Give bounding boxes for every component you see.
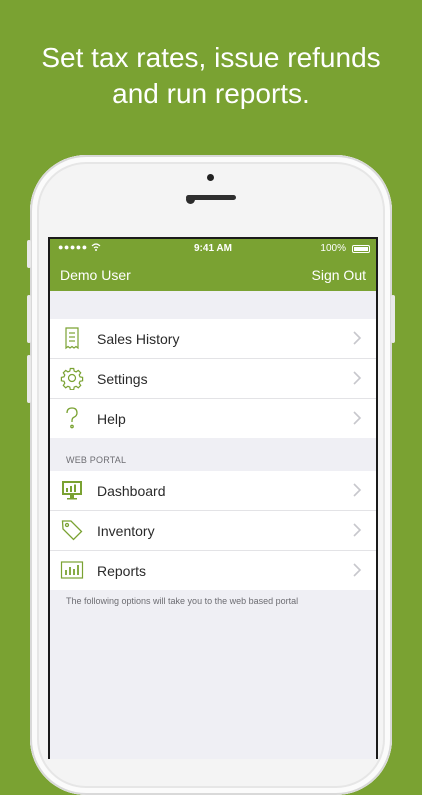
headline-line-1: Set tax rates, issue refunds xyxy=(41,42,381,73)
menu-item-label: Inventory xyxy=(97,523,155,539)
menu-item-label: Sales History xyxy=(97,331,180,347)
chevron-right-icon xyxy=(353,523,362,537)
menu-item-sales-history[interactable]: Sales History xyxy=(50,319,376,359)
menu-item-label: Dashboard xyxy=(97,483,166,499)
chevron-right-icon xyxy=(353,331,362,345)
proximity-sensor xyxy=(207,174,214,181)
status-bar: ●●●●● 9:41 AM 100% xyxy=(50,239,376,259)
main-menu: Sales History Settings Help xyxy=(50,319,376,438)
chevron-right-icon xyxy=(353,563,362,577)
headline-line-2: and run reports. xyxy=(112,78,310,109)
web-portal-menu: Dashboard Inventory Reports xyxy=(50,471,376,590)
menu-item-label: Reports xyxy=(97,563,147,579)
monitor-icon xyxy=(62,481,82,500)
sign-out-button[interactable]: Sign Out xyxy=(312,267,366,283)
power-button xyxy=(391,295,395,343)
headline: Set tax rates, issue refunds and run rep… xyxy=(0,40,422,112)
chevron-right-icon xyxy=(353,411,362,425)
tag-icon xyxy=(61,520,83,541)
mute-switch xyxy=(27,240,31,268)
bar-chart-icon xyxy=(60,561,84,579)
menu-item-label: Help xyxy=(97,411,126,427)
battery-percent: 100% xyxy=(320,243,346,254)
chevron-right-icon xyxy=(353,483,362,497)
battery-icon xyxy=(352,245,370,253)
menu-item-settings[interactable]: Settings xyxy=(50,359,376,399)
app-screen: ●●●●● 9:41 AM 100% Demo User Sign Out Sa… xyxy=(48,237,378,759)
menu-item-dashboard[interactable]: Dashboard xyxy=(50,471,376,511)
chevron-right-icon xyxy=(353,371,362,385)
nav-bar: Demo User Sign Out xyxy=(50,259,376,291)
gear-icon xyxy=(60,367,84,390)
volume-down-button xyxy=(27,355,31,403)
earpiece-speaker xyxy=(186,195,236,200)
web-portal-header: WEB PORTAL xyxy=(66,455,127,465)
menu-item-inventory[interactable]: Inventory xyxy=(50,511,376,551)
menu-item-help[interactable]: Help xyxy=(50,399,376,438)
web-portal-note: The following options will take you to t… xyxy=(66,596,299,606)
user-name: Demo User xyxy=(60,267,131,283)
volume-up-button xyxy=(27,295,31,343)
menu-item-reports[interactable]: Reports xyxy=(50,551,376,590)
menu-item-label: Settings xyxy=(97,371,148,387)
question-icon xyxy=(66,407,78,429)
receipt-icon xyxy=(65,327,79,350)
